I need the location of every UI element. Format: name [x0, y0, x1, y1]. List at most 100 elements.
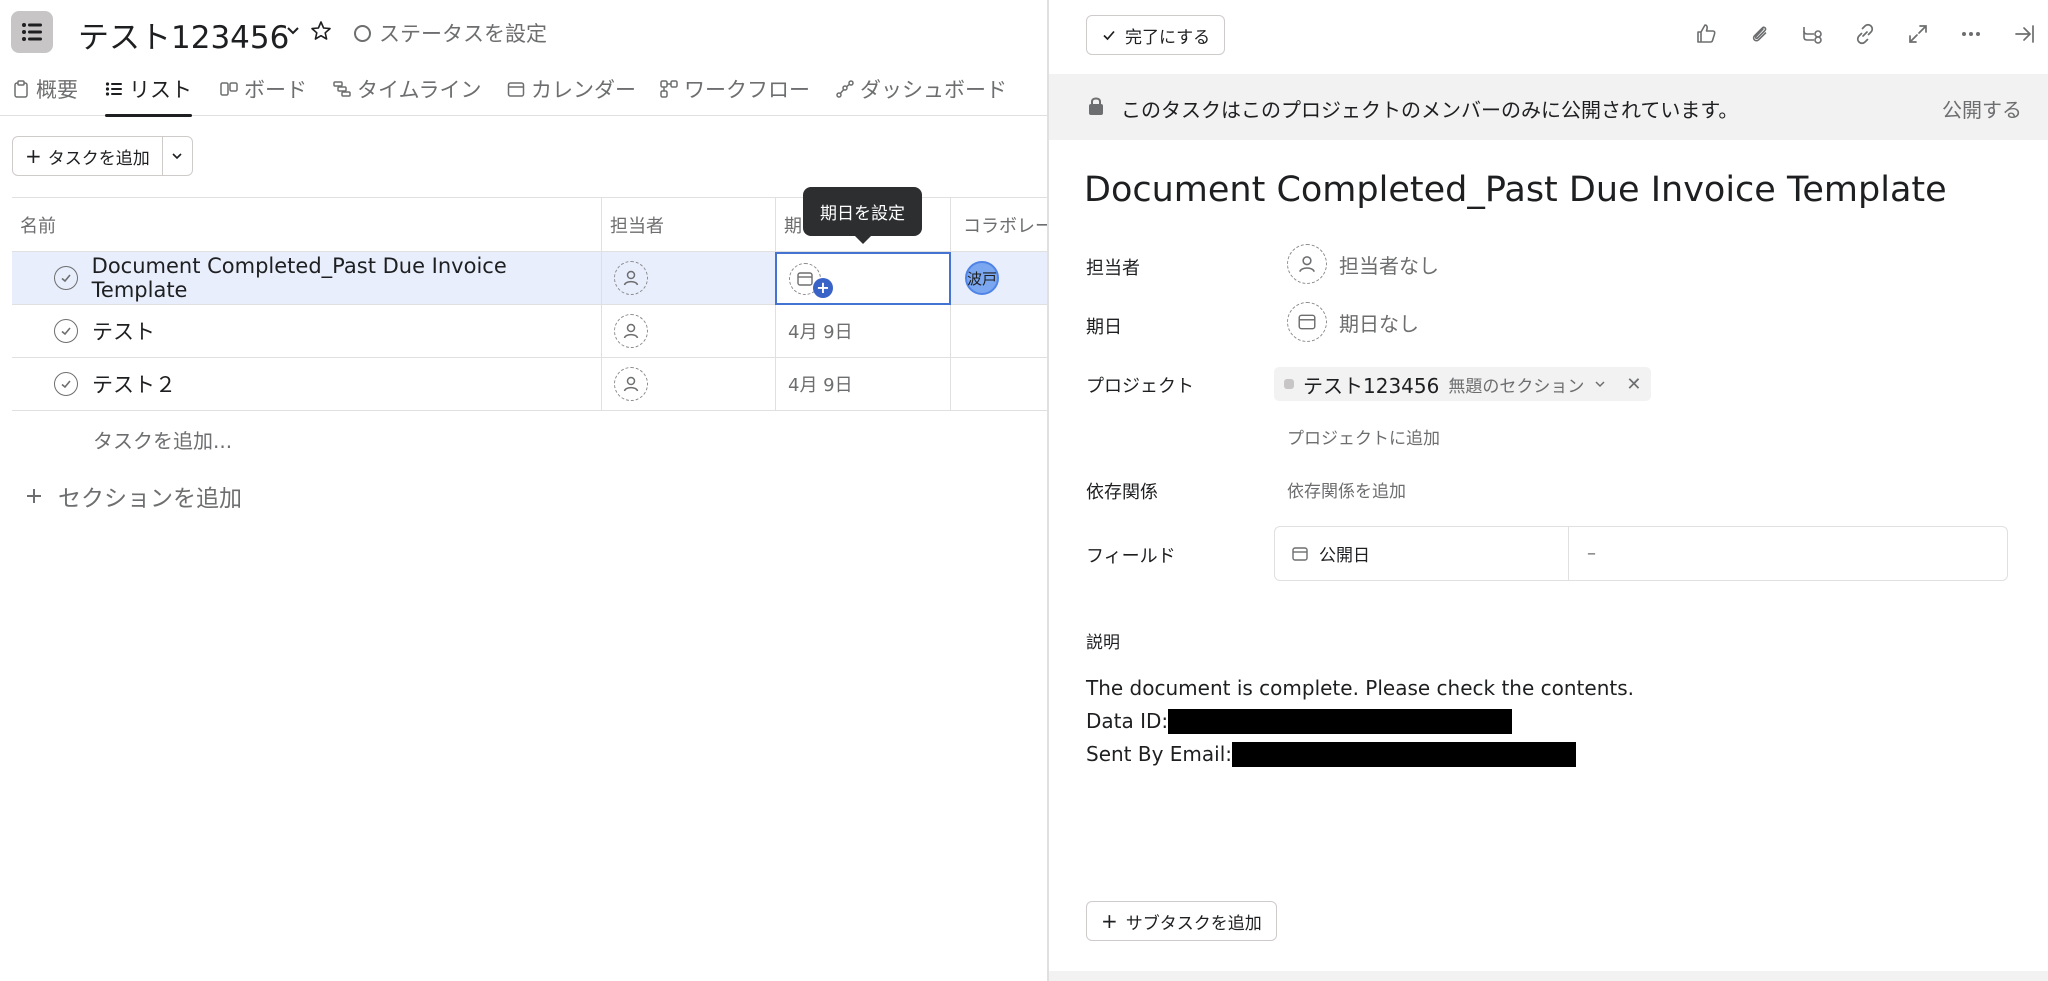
privacy-banner: このタスクはこのプロジェクトのメンバーのみに公開されています。 公開する — [1049, 74, 2048, 140]
data-id-label: Data ID: — [1086, 709, 1169, 733]
project-title[interactable]: テスト123456 — [78, 12, 289, 57]
tab-workflow[interactable]: ワークフロー — [660, 62, 810, 116]
project-label: プロジェクト — [1086, 376, 1194, 397]
due-date-cell[interactable]: + — [775, 252, 951, 305]
task-name[interactable]: テスト — [92, 316, 155, 346]
check-circle-icon[interactable] — [54, 266, 78, 290]
column-header-name[interactable]: 名前 — [12, 198, 602, 251]
task-name[interactable]: テスト２ — [92, 369, 176, 399]
tab-list[interactable]: リスト — [105, 62, 192, 117]
table-row[interactable]: テスト２ 4月 9日 — [12, 358, 1047, 411]
table-row[interactable]: テスト 4月 9日 — [12, 305, 1047, 358]
tab-timeline[interactable]: タイムライン — [333, 62, 482, 116]
task-name-cell[interactable]: Document Completed_Past Due Invoice Temp… — [12, 252, 602, 304]
like-icon[interactable] — [1692, 20, 1720, 48]
custom-field-label: 公開日 — [1319, 546, 1370, 566]
status-circle-icon — [354, 24, 371, 42]
tab-label: ボード — [244, 78, 307, 102]
workflow-icon — [660, 80, 678, 98]
tab-dashboard[interactable]: ダッシュボード — [836, 62, 1007, 116]
add-dependency-link[interactable]: 依存関係を追加 — [1287, 477, 1406, 502]
tab-overview[interactable]: 概要 — [12, 62, 78, 116]
project-color-dot — [1284, 379, 1294, 389]
add-to-project-link[interactable]: プロジェクトに追加 — [1287, 424, 1440, 449]
plus-icon: + — [25, 144, 42, 168]
person-icon[interactable] — [614, 261, 648, 295]
tab-label: タイムライン — [357, 78, 482, 102]
star-icon[interactable] — [309, 19, 333, 43]
due-field[interactable]: 期日なし — [1287, 302, 1419, 342]
description-line: Data ID: — [1086, 705, 1634, 738]
project-list-icon[interactable] — [11, 11, 53, 53]
expand-icon[interactable] — [1904, 20, 1932, 48]
tab-label: 概要 — [36, 78, 78, 102]
make-public-link[interactable]: 公開する — [1942, 94, 2022, 123]
description-label: 説明 — [1086, 633, 1120, 653]
list-icon — [105, 82, 122, 96]
collaborators-cell[interactable]: 波戸 — [951, 252, 1047, 304]
more-icon[interactable] — [1957, 20, 1985, 48]
set-status-button[interactable]: ステータスを設定 — [354, 18, 547, 48]
subtask-icon[interactable] — [1798, 20, 1826, 48]
sent-by-email-label: Sent By Email: — [1086, 742, 1233, 766]
remove-project-icon[interactable]: ✕ — [1626, 374, 1641, 395]
check-circle-icon[interactable] — [54, 372, 78, 396]
person-icon[interactable] — [614, 314, 648, 348]
custom-field-value[interactable]: – — [1569, 527, 2007, 580]
project-chip[interactable]: テスト123456 無題のセクション ✕ — [1274, 367, 1652, 401]
attachment-icon[interactable] — [1745, 20, 1773, 48]
collaborators-cell[interactable] — [951, 358, 1047, 410]
assignee-cell[interactable] — [602, 358, 776, 410]
add-task-label: タスクを追加 — [47, 148, 150, 169]
plus-icon — [27, 489, 41, 503]
close-pane-icon[interactable] — [2010, 20, 2038, 48]
assignee-field[interactable]: 担当者なし — [1287, 244, 1439, 284]
task-name[interactable]: Document Completed_Past Due Invoice Temp… — [92, 254, 601, 302]
project-chip-name[interactable]: テスト123456 — [1303, 370, 1439, 399]
chevron-down-icon — [172, 153, 182, 160]
person-icon[interactable] — [614, 367, 648, 401]
check-icon — [1103, 30, 1115, 41]
due-value: 期日なし — [1339, 311, 1419, 336]
tab-board[interactable]: ボード — [220, 62, 307, 116]
chevron-down-icon[interactable] — [1593, 377, 1607, 391]
table-row[interactable]: Document Completed_Past Due Invoice Temp… — [12, 252, 1047, 305]
tooltip-set-due-date: 期日を設定 — [803, 187, 922, 244]
task-name-cell[interactable]: テスト — [12, 305, 602, 357]
add-task-button[interactable]: + タスクを追加 — [13, 137, 162, 175]
due-date-cell[interactable]: 4月 9日 — [776, 305, 951, 357]
tab-label: カレンダー — [531, 78, 636, 102]
add-subtask-button[interactable]: + サブタスクを追加 — [1086, 901, 1277, 941]
description-line: The document is complete. Please check t… — [1086, 672, 1634, 705]
task-title[interactable]: Document Completed_Past Due Invoice Temp… — [1084, 170, 1947, 210]
assignee-cell[interactable] — [602, 305, 776, 357]
column-header-collaborators[interactable]: コラボレー — [951, 198, 1047, 251]
calendar-icon — [1287, 302, 1327, 342]
project-header: テスト123456 ステータスを設定 — [0, 0, 1047, 62]
collaborators-cell[interactable] — [951, 305, 1047, 357]
link-icon[interactable] — [1851, 20, 1879, 48]
chevron-down-icon[interactable] — [282, 20, 304, 42]
project-section-select[interactable]: 無題のセクション — [1448, 372, 1584, 397]
tab-calendar[interactable]: カレンダー — [507, 62, 636, 116]
add-task-dropdown[interactable] — [161, 137, 192, 175]
add-section-button[interactable]: セクションを追加 — [24, 479, 242, 513]
mark-complete-button[interactable]: 完了にする — [1086, 15, 1226, 55]
column-header-assignee[interactable]: 担当者 — [602, 198, 776, 251]
assignee-cell[interactable] — [602, 252, 776, 304]
due-date-cell[interactable]: 4月 9日 — [776, 358, 951, 410]
custom-fields-box: 公開日 – — [1274, 526, 2008, 581]
privacy-banner-text: このタスクはこのプロジェクトのメンバーのみに公開されています。 — [1121, 98, 1739, 122]
custom-field-name: 公開日 — [1275, 527, 1569, 580]
fields-label: フィールド — [1086, 546, 1176, 567]
dependencies-label: 依存関係 — [1086, 482, 1158, 503]
project-list-pane: テスト123456 ステータスを設定 概要 リスト ボード タイムライン カレン… — [0, 0, 1047, 981]
add-task-inline[interactable]: タスクを追加... — [93, 425, 232, 454]
task-name-cell[interactable]: テスト２ — [12, 358, 602, 410]
avatar[interactable]: 波戸 — [965, 261, 999, 295]
assignee-label: 担当者 — [1086, 258, 1140, 279]
description-text[interactable]: The document is complete. Please check t… — [1086, 672, 1634, 771]
check-circle-icon[interactable] — [54, 319, 78, 343]
task-detail-pane: 完了にする このタスクはこのプロジェクトのメンバーのみに公開されています。 公開… — [1047, 0, 2048, 981]
calendar-icon — [1292, 546, 1308, 561]
